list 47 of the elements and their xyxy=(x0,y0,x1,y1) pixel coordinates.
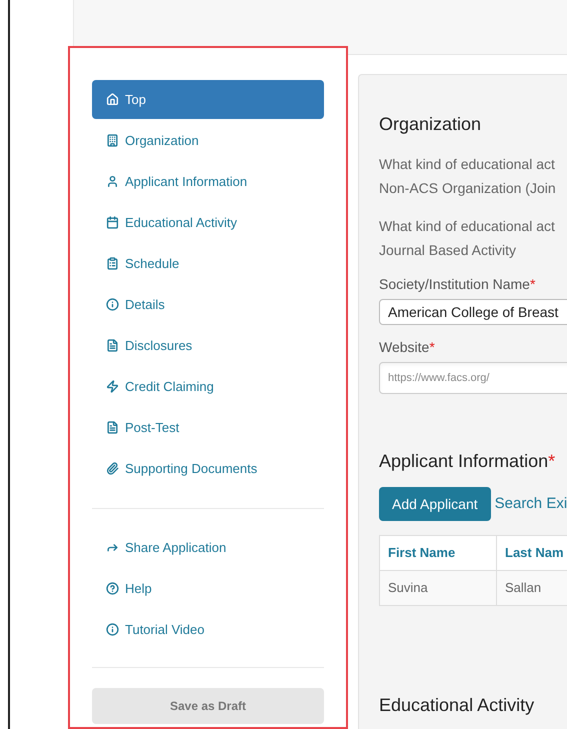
answer-text: Non-ACS Organization (Join xyxy=(379,179,557,198)
clipboard-icon xyxy=(106,257,119,270)
column-header: Last Nam xyxy=(496,536,567,570)
document-icon xyxy=(106,339,119,352)
nav-item[interactable]: Supporting Documents xyxy=(92,449,324,488)
home-icon xyxy=(106,93,119,106)
sidebar-link[interactable]: Share Application xyxy=(92,528,324,567)
required-asterisk: * xyxy=(530,276,536,292)
question-text: What kind of educational act xyxy=(379,155,556,174)
nav-item[interactable]: Credit Claiming xyxy=(92,367,324,406)
share-icon xyxy=(106,541,119,554)
required-asterisk: * xyxy=(548,451,556,471)
nav-item[interactable]: Post-Test xyxy=(92,408,324,447)
column-header: First Name xyxy=(380,536,496,570)
help-icon xyxy=(106,582,119,595)
add-applicant-button[interactable]: Add Applicant xyxy=(379,487,491,521)
save-draft-button[interactable]: Save as Draft xyxy=(92,688,324,724)
nav-item[interactable]: Applicant Information xyxy=(92,162,324,201)
text-field[interactable]: American College of Breast xyxy=(379,299,567,325)
nav-item[interactable]: Educational Activity xyxy=(92,203,324,242)
table-cell: Suvina xyxy=(380,570,496,606)
info-icon xyxy=(106,623,119,636)
nav-item[interactable]: Top xyxy=(92,80,324,119)
nav-item[interactable]: Schedule xyxy=(92,244,324,283)
sidebar-link[interactable]: Tutorial Video xyxy=(92,610,324,649)
field-label: Society/Institution Name* xyxy=(379,275,536,294)
search-link[interactable]: Search Exi xyxy=(494,492,567,516)
document-icon xyxy=(106,421,119,434)
paperclip-icon xyxy=(106,462,119,475)
field-label: Website* xyxy=(379,338,436,357)
section-title: Educational Activity xyxy=(379,694,536,717)
table-cell: Sallan xyxy=(496,570,567,606)
nav-item[interactable]: Disclosures xyxy=(92,326,324,365)
section-title: Organization xyxy=(379,113,482,136)
required-asterisk: * xyxy=(429,339,435,355)
user-icon xyxy=(106,175,119,188)
nav-item[interactable]: Details xyxy=(92,285,324,324)
answer-text: Journal Based Activity xyxy=(379,241,517,260)
calendar-icon xyxy=(106,216,119,229)
question-text: What kind of educational act xyxy=(379,217,556,236)
info-icon xyxy=(106,298,119,311)
nav-item[interactable]: Organization xyxy=(92,121,324,160)
sidebar-link[interactable]: Help xyxy=(92,569,324,608)
lightning-icon xyxy=(106,380,119,393)
building-icon xyxy=(106,134,119,147)
text-field[interactable]: https://www.facs.org/ xyxy=(379,362,567,394)
section-title: Applicant Information* xyxy=(379,450,556,473)
